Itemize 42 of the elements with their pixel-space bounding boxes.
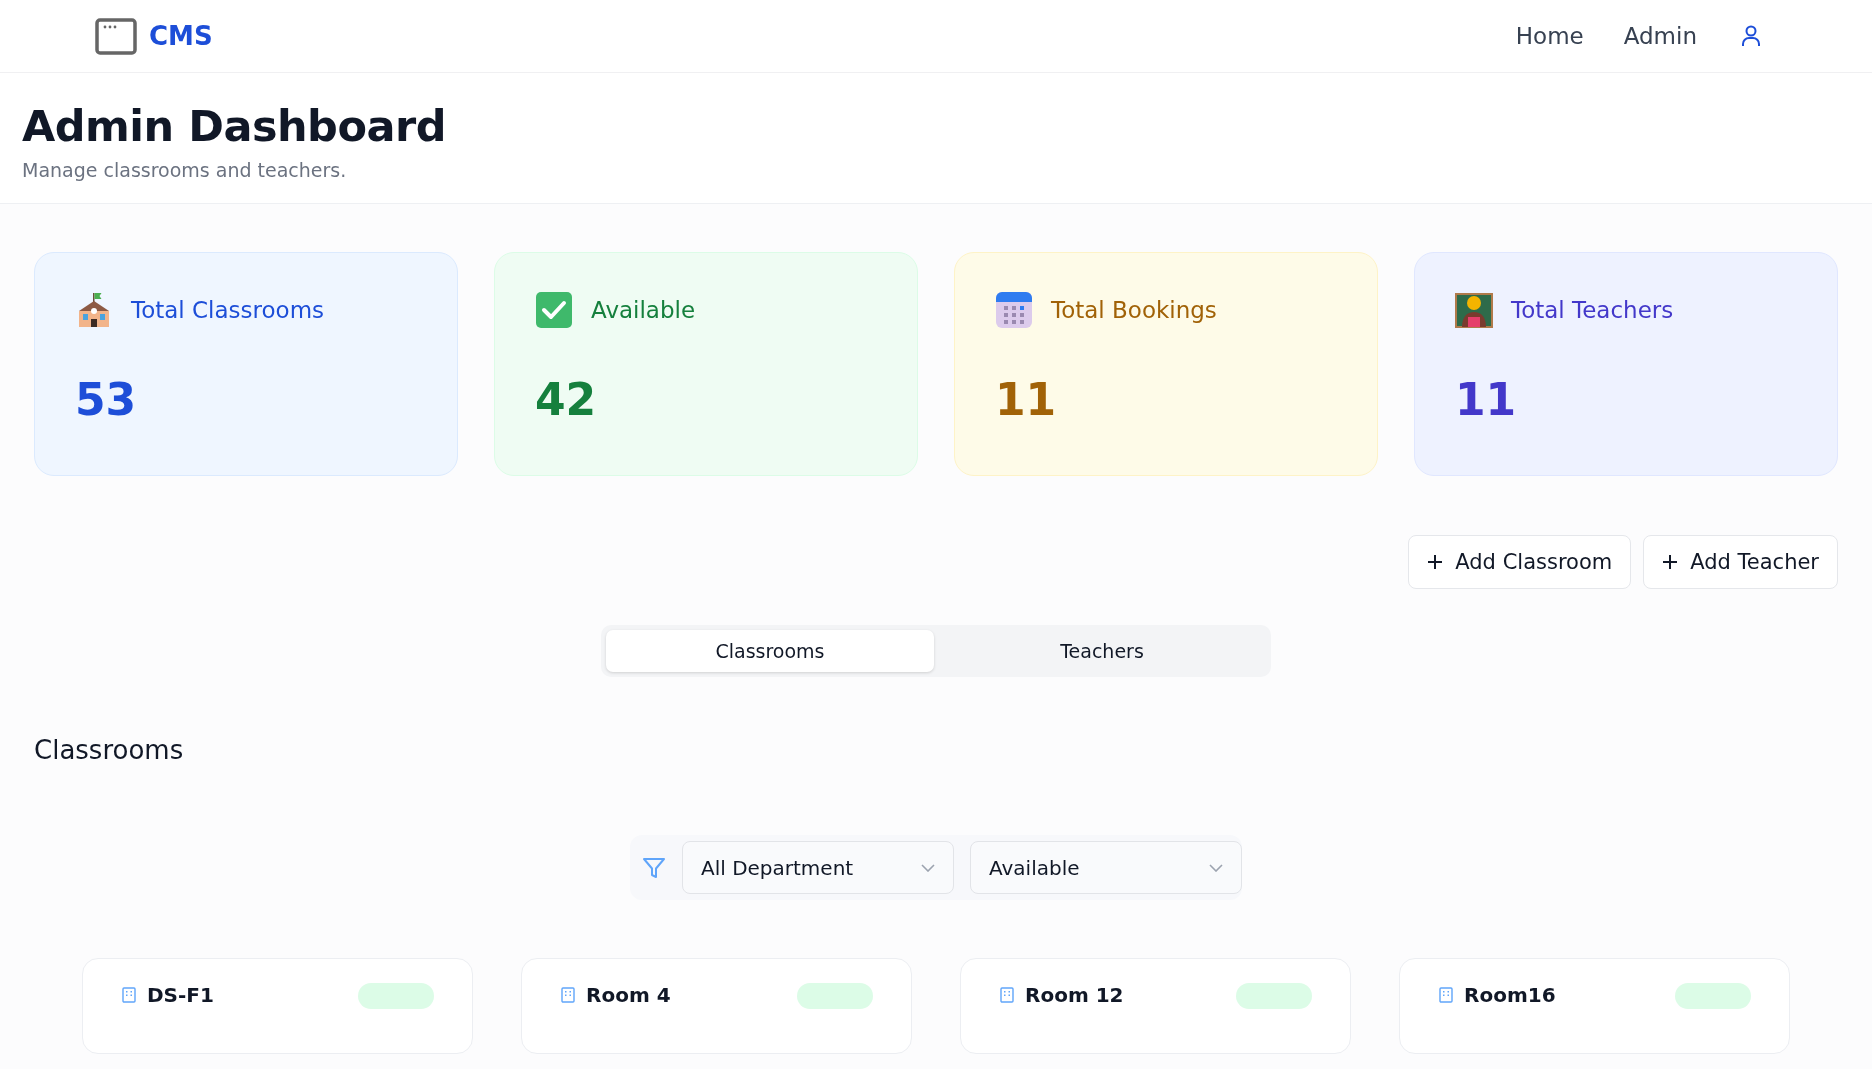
building-icon — [999, 987, 1015, 1003]
tab[interactable]: Classrooms — [606, 630, 934, 672]
stat-label: Available — [591, 297, 696, 323]
stat-label: Total Classrooms — [131, 297, 325, 323]
room-name: Room 12 — [1025, 983, 1124, 1007]
room-name: Room 4 — [586, 983, 671, 1007]
room-card[interactable]: Room16 — [1399, 958, 1790, 1054]
room-card[interactable]: DS-F1 — [82, 958, 473, 1054]
checkbox-icon — [535, 291, 573, 329]
building-icon — [1438, 987, 1454, 1003]
nav-link[interactable]: Admin — [1623, 23, 1697, 49]
building-icon — [121, 987, 137, 1003]
page-subtitle: Manage classrooms and teachers. — [22, 159, 348, 181]
stat-label: Total Bookings — [1051, 297, 1217, 323]
room-name: Room16 — [1464, 983, 1556, 1007]
stat-label: Total Teachers — [1511, 297, 1674, 323]
user-icon[interactable] — [1741, 25, 1761, 47]
calendar-icon — [995, 291, 1033, 329]
building-icon — [560, 987, 576, 1003]
page-title: Admin Dashboard — [22, 101, 447, 151]
add-button[interactable]: Add Classroom — [1408, 535, 1632, 589]
filter-icon — [642, 855, 666, 880]
chevron-icon — [921, 863, 935, 872]
plus-icon — [1427, 554, 1444, 570]
stat-value: 11 — [1455, 374, 1518, 425]
teacher-icon — [1455, 291, 1493, 329]
stat-value: 42 — [535, 374, 598, 425]
filter-select[interactable]: Available — [970, 841, 1242, 894]
room-card[interactable]: Room 4 — [521, 958, 912, 1054]
filter-select[interactable]: All Department — [682, 841, 954, 894]
section-title: Classrooms — [34, 735, 185, 765]
nav-link[interactable]: Home — [1515, 23, 1584, 49]
window-icon — [95, 17, 137, 55]
tab[interactable]: Teachers — [938, 630, 1266, 672]
stat-value: 53 — [75, 374, 138, 425]
chevron-icon — [1209, 863, 1223, 872]
room-name: DS-F1 — [147, 983, 214, 1007]
plus-icon — [1662, 554, 1679, 570]
brand-name[interactable]: CMS — [149, 21, 213, 51]
stat-value: 11 — [995, 374, 1058, 425]
room-card[interactable]: Room 12 — [960, 958, 1351, 1054]
add-button[interactable]: Add Teacher — [1643, 535, 1838, 589]
